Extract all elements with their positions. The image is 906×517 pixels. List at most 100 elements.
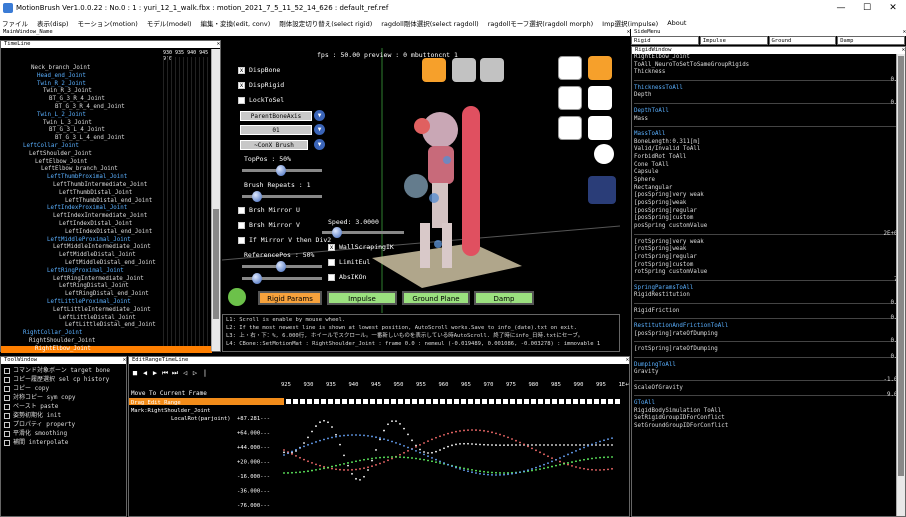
slider-track[interactable]: [634, 80, 903, 82]
reference-pos-slider[interactable]: [242, 261, 322, 272]
bone-icon[interactable]: [588, 86, 612, 110]
rigid-row[interactable]: 70: [632, 277, 905, 285]
close-icon[interactable]: ✕: [626, 357, 629, 364]
joint-item[interactable]: Head_end_Joint: [1, 73, 212, 81]
parent-bone-axis-select[interactable]: ParentBoneAxis: [240, 111, 312, 121]
disp-bone-checkbox[interactable]: x DispBone: [238, 66, 280, 74]
tool-checkbox[interactable]: [4, 367, 10, 374]
joint-item[interactable]: LeftThumbDistal_end_Joint: [1, 198, 212, 206]
axis-value-select[interactable]: 01: [240, 125, 312, 135]
joint-item[interactable]: BT_G_3_R_4_end_Joint: [1, 104, 212, 112]
rigid-row[interactable]: 1: [632, 123, 905, 131]
tab-damp[interactable]: Damp: [474, 291, 534, 305]
disp-rigid-checkbox[interactable]: x DispRigid: [238, 81, 284, 89]
limit-eul-checkbox[interactable]: LimitEul: [328, 258, 370, 266]
chevron-down-icon[interactable]: ▼: [314, 110, 325, 121]
slider-track[interactable]: [634, 233, 903, 235]
ragdoll-icon[interactable]: [588, 176, 616, 204]
joint-item[interactable]: LeftIndexDistal_end_Joint: [1, 229, 212, 237]
menu-item-ragdoll-morph[interactable]: ragdollモーフ選択(ragdoll morph): [488, 18, 593, 28]
joint-item[interactable]: BT_G_3_R_4_Joint: [1, 96, 212, 104]
tool-checkbox[interactable]: [4, 412, 10, 419]
joint-item[interactable]: LeftThumbProximal_Joint: [1, 174, 212, 182]
joint-item[interactable]: LeftCollar_Joint: [1, 143, 212, 151]
menu-item-impulse[interactable]: Imp選択(impulse): [602, 18, 658, 28]
minimize-button[interactable]: —: [828, 3, 854, 13]
close-button[interactable]: ✕: [880, 3, 906, 13]
joint-item[interactable]: LeftThumbDistal_Joint: [1, 190, 212, 198]
axis-x-icon[interactable]: [558, 56, 582, 80]
edit-range-chart[interactable]: 925 930 935 940 945 950 955 960 965 970 975 980 985 9…: [129, 365, 629, 515]
side-tab-damp[interactable]: Damp: [837, 36, 905, 45]
chevron-down-icon[interactable]: ▼: [314, 124, 325, 135]
joint-item[interactable]: RightElbow_Joint: [1, 345, 212, 354]
aux-slider[interactable]: [242, 273, 322, 284]
runner-icon[interactable]: [594, 144, 614, 164]
joint-item[interactable]: RightCollar_Joint: [1, 330, 212, 338]
tool-checkbox[interactable]: [4, 385, 10, 392]
timeline-scrollbar[interactable]: [211, 49, 220, 351]
rigid-row[interactable]: 0.6: [632, 100, 905, 108]
tool-checkbox[interactable]: [4, 439, 10, 446]
joint-item[interactable]: LeftElbow_Joint: [1, 159, 212, 167]
joint-item[interactable]: LeftLittleProximal_Joint: [1, 299, 212, 307]
move-icon[interactable]: [452, 58, 476, 82]
close-icon[interactable]: ✕: [627, 29, 630, 36]
rigid-row[interactable]: 2E+03: [632, 231, 905, 239]
joint-item[interactable]: Twin_L_3_Joint: [1, 120, 212, 128]
close-icon[interactable]: ✕: [902, 47, 905, 54]
brush-mirror-v-checkbox[interactable]: Brsh Mirror V: [238, 221, 300, 229]
slider-track[interactable]: [634, 341, 903, 343]
tool-checkbox[interactable]: [4, 430, 10, 437]
scale-icon[interactable]: [480, 58, 504, 82]
menu-item-about[interactable]: About: [667, 19, 686, 27]
menu-item-select-rigid[interactable]: 剛体設定切り替え(select rigid): [279, 18, 372, 28]
joint-item[interactable]: Twin_R_3_Joint: [1, 88, 212, 96]
joint-item[interactable]: Twin_L_2_Joint: [1, 112, 212, 120]
joint-item[interactable]: LeftRingIntermediate_Joint: [1, 276, 212, 284]
menu-item-motion[interactable]: モーション(motion): [78, 18, 138, 28]
frog-icon[interactable]: [228, 288, 246, 306]
close-icon[interactable]: ✕: [123, 357, 126, 364]
menu-item-model[interactable]: モデル(model): [147, 18, 192, 28]
rotate-icon[interactable]: [422, 58, 446, 82]
slider-track[interactable]: [634, 379, 903, 381]
axis-y-icon[interactable]: [558, 86, 582, 110]
side-tab-impulse[interactable]: Impulse: [699, 36, 768, 45]
rigid-row[interactable]: 0.5: [632, 315, 905, 323]
tool-item[interactable]: 対称コピー sym copy: [1, 393, 126, 402]
side-tab-rigid[interactable]: Rigid: [631, 36, 699, 45]
magnifier-icon[interactable]: [588, 116, 612, 140]
joint-item[interactable]: LeftThumbIntermediate_Joint: [1, 182, 212, 190]
3d-viewport[interactable]: fps : 50.00 preview : 0 mbuttoncnt 1 x Di…: [222, 48, 620, 313]
conv-brush-select[interactable]: ~ConX Brush: [240, 140, 308, 150]
lasso-icon[interactable]: [588, 56, 612, 80]
rigid-row[interactable]: -1.09: [632, 377, 905, 385]
lock-to-sel-checkbox[interactable]: LockToSel: [238, 96, 284, 104]
joint-item[interactable]: LeftRingProximal_Joint: [1, 268, 212, 276]
tool-checkbox[interactable]: [4, 403, 10, 410]
rigid-row[interactable]: 0.6: [632, 77, 905, 85]
joint-item[interactable]: Twin_R_2_Joint: [1, 81, 212, 89]
slider-track[interactable]: [634, 356, 903, 358]
wall-scraping-checkbox[interactable]: x WallScrapingIK: [328, 243, 394, 251]
menu-item-select-ragdoll[interactable]: ragdoll剛体選択(select ragdoll): [381, 18, 478, 28]
top-pos-slider[interactable]: [242, 165, 322, 176]
tab-rigid-params[interactable]: Rigid Params: [258, 291, 322, 305]
tool-item[interactable]: プロパティ property: [1, 420, 126, 429]
maximize-button[interactable]: ☐: [854, 3, 880, 13]
joint-item[interactable]: LeftMiddleIntermediate_Joint: [1, 244, 212, 252]
joint-item[interactable]: BT_G_3_L_4_Joint: [1, 127, 212, 135]
brush-mirror-u-checkbox[interactable]: Brsh Mirror U: [238, 206, 300, 214]
side-tab-ground[interactable]: Ground: [768, 36, 837, 45]
tool-item[interactable]: ペースト paste: [1, 402, 126, 411]
tool-checkbox[interactable]: [4, 376, 10, 383]
joint-item[interactable]: LeftIndexProximal_Joint: [1, 205, 212, 213]
rigid-row[interactable]: 0.5: [632, 338, 905, 346]
tab-impulse[interactable]: Impulse: [327, 291, 397, 305]
joint-item[interactable]: LeftElbow_branch_Joint: [1, 166, 212, 174]
joint-item[interactable]: LeftLittleDistal_Joint: [1, 315, 212, 323]
slider-track[interactable]: [634, 303, 903, 304]
joint-item[interactable]: LeftRingDistal_end_Joint: [1, 291, 212, 299]
tool-checkbox[interactable]: [4, 394, 10, 401]
